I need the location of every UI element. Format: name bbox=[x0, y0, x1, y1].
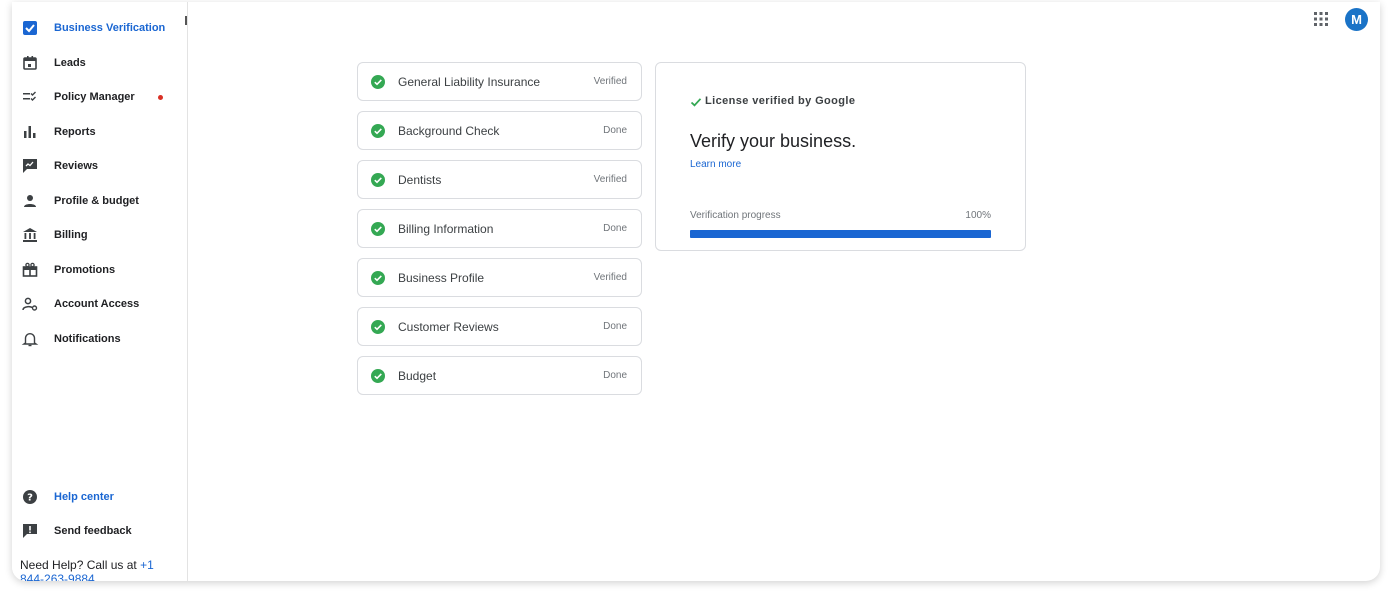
checklist-item[interactable]: General Liability Insurance Verified bbox=[357, 62, 642, 101]
progress-bar bbox=[690, 230, 991, 238]
sidebar: Business Verification Leads Policy Manag… bbox=[12, 2, 188, 581]
sidebar-item-send-feedback[interactable]: Send feedback bbox=[12, 516, 187, 546]
checklist-item-status: Done bbox=[603, 223, 627, 234]
person-icon bbox=[21, 192, 39, 210]
review-icon bbox=[21, 157, 39, 175]
apps-grid-icon[interactable] bbox=[1314, 12, 1328, 26]
sidebar-item-label: Help center bbox=[54, 491, 114, 503]
help-prefix: Need Help? Call us at bbox=[20, 558, 141, 572]
checklist-item-name: Dentists bbox=[398, 173, 442, 187]
checklist-item[interactable]: Background Check Done bbox=[357, 111, 642, 150]
license-verified-row: License verified by Google bbox=[690, 95, 855, 107]
checklist-item[interactable]: Business Profile Verified bbox=[357, 258, 642, 297]
verification-card: License verified by Google Verify your b… bbox=[655, 62, 1026, 251]
sidebar-item-label: Promotions bbox=[54, 264, 116, 276]
sidebar-item-promotions[interactable]: Promotions bbox=[12, 255, 187, 285]
app-window: Business Verification Leads Policy Manag… bbox=[12, 2, 1380, 581]
checklist-item-status: Done bbox=[603, 370, 627, 381]
checklist-item[interactable]: Billing Information Done bbox=[357, 209, 642, 248]
checklist-item-status: Verified bbox=[593, 76, 627, 87]
checkmark-icon bbox=[690, 95, 702, 107]
license-verified-text: License verified by Google bbox=[705, 95, 856, 107]
checklist-icon bbox=[21, 88, 39, 106]
checklist-item-status: Done bbox=[603, 321, 627, 332]
check-circle-icon bbox=[371, 369, 385, 383]
sidebar-item-label: Send feedback bbox=[54, 525, 132, 537]
checklist-item[interactable]: Budget Done bbox=[357, 356, 642, 395]
check-circle-icon bbox=[371, 124, 385, 138]
bell-icon bbox=[21, 330, 39, 348]
learn-more-link[interactable]: Learn more bbox=[690, 159, 741, 170]
checklist-item-name: Customer Reviews bbox=[398, 320, 499, 334]
sidebar-item-reviews[interactable]: Reviews bbox=[12, 151, 187, 181]
bank-icon bbox=[21, 226, 39, 244]
progress-label: Verification progress bbox=[690, 210, 781, 221]
gift-icon bbox=[21, 261, 39, 279]
check-circle-icon bbox=[371, 320, 385, 334]
sidebar-item-label: Business Verification bbox=[54, 22, 166, 34]
feedback-icon bbox=[21, 522, 39, 540]
checklist-item[interactable]: Dentists Verified bbox=[357, 160, 642, 199]
sidebar-divider bbox=[185, 16, 187, 25]
bar-chart-icon bbox=[21, 123, 39, 141]
sidebar-item-notifications[interactable]: Notifications bbox=[12, 324, 187, 354]
person-key-icon bbox=[21, 295, 39, 313]
checklist-item-name: General Liability Insurance bbox=[398, 75, 541, 89]
checklist-item-name: Business Profile bbox=[398, 271, 485, 285]
sidebar-item-label: Profile & budget bbox=[54, 195, 139, 207]
card-headline: Verify your business. bbox=[690, 131, 857, 151]
checklist-item-status: Done bbox=[603, 125, 627, 136]
alert-dot bbox=[158, 95, 163, 100]
sidebar-item-label: Leads bbox=[54, 57, 86, 69]
sidebar-item-label: Reviews bbox=[54, 160, 99, 172]
sidebar-item-billing[interactable]: Billing bbox=[12, 220, 187, 250]
verified-badge-icon bbox=[21, 19, 39, 37]
progress-bar-fill bbox=[690, 230, 991, 238]
sidebar-item-reports[interactable]: Reports bbox=[12, 117, 187, 147]
check-circle-icon bbox=[371, 75, 385, 89]
check-circle-icon bbox=[371, 173, 385, 187]
progress-value: 100% bbox=[965, 210, 991, 221]
sidebar-item-label: Account Access bbox=[54, 298, 140, 310]
checklist-item[interactable]: Customer Reviews Done bbox=[357, 307, 642, 346]
sidebar-item-policy-manager[interactable]: Policy Manager bbox=[12, 82, 187, 112]
svg-text:?: ? bbox=[27, 493, 33, 504]
sidebar-item-label: Notifications bbox=[54, 333, 121, 345]
checklist-item-name: Billing Information bbox=[398, 222, 494, 236]
checklist-item-name: Budget bbox=[398, 369, 437, 383]
sidebar-item-help-center[interactable]: ? Help center bbox=[12, 482, 187, 512]
check-circle-icon bbox=[371, 222, 385, 236]
sidebar-item-label: Billing bbox=[54, 229, 88, 241]
checklist-item-status: Verified bbox=[593, 272, 627, 283]
sidebar-item-label: Reports bbox=[54, 126, 96, 138]
sidebar-item-profile-budget[interactable]: Profile & budget bbox=[12, 186, 187, 216]
sidebar-item-leads[interactable]: Leads bbox=[12, 48, 187, 78]
avatar[interactable]: M bbox=[1345, 8, 1368, 31]
checklist-item-status: Verified bbox=[593, 174, 627, 185]
calendar-icon bbox=[21, 54, 39, 72]
help-phone-text: Need Help? Call us at +1 844-263-9884 bbox=[20, 558, 180, 581]
check-circle-icon bbox=[371, 271, 385, 285]
sidebar-item-business-verification[interactable]: Business Verification bbox=[12, 13, 187, 43]
sidebar-item-label: Policy Manager bbox=[54, 91, 135, 103]
help-icon: ? bbox=[21, 488, 39, 506]
checklist-item-name: Background Check bbox=[398, 124, 500, 138]
sidebar-item-account-access[interactable]: Account Access bbox=[12, 289, 187, 319]
